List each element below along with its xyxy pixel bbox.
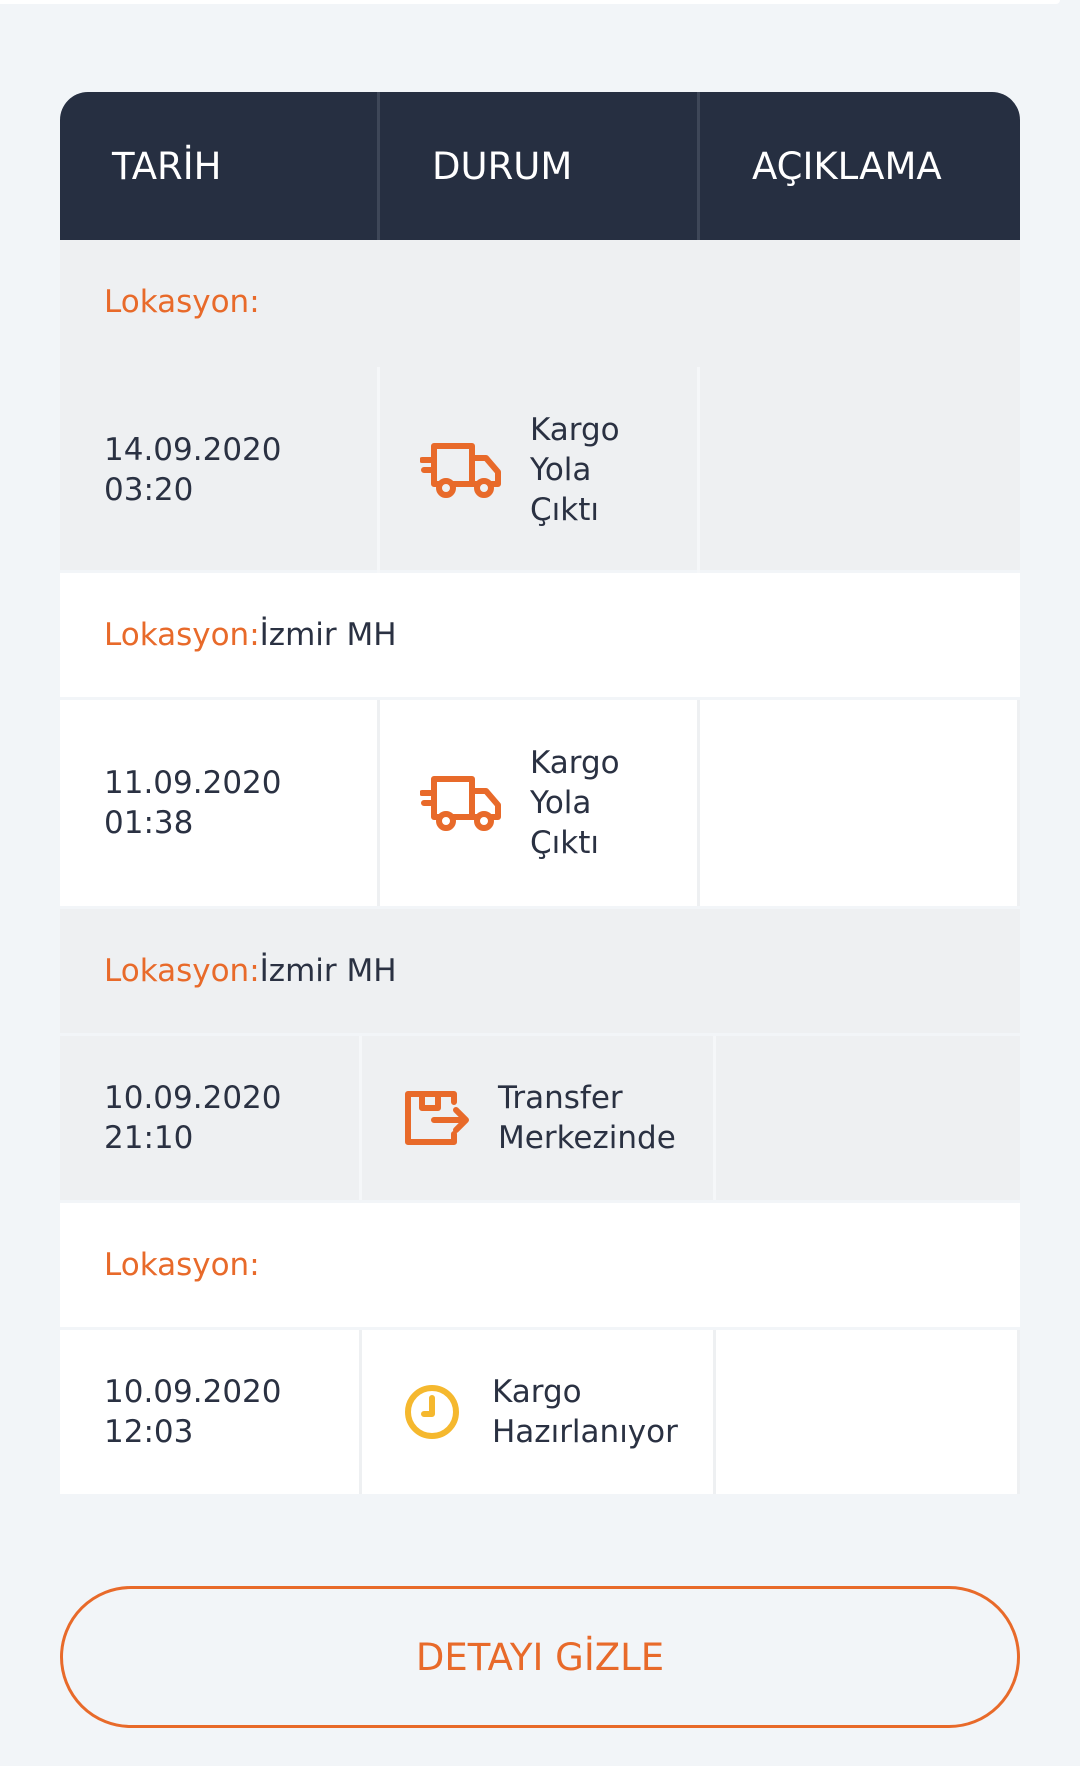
location-value: İzmir MH	[259, 617, 397, 653]
date-cell: 10.09.2020 12:03	[60, 1330, 362, 1494]
transfer-box-icon	[404, 1085, 470, 1151]
date-text: 14.09.2020	[104, 432, 282, 468]
status-line: Kargo	[530, 745, 620, 781]
location-label: Lokasyon:	[104, 284, 260, 320]
status-cell: Kargo Hazırlanıyor	[362, 1330, 716, 1494]
date-cell: 10.09.2020 21:10	[60, 1036, 362, 1200]
status-line: Merkezinde	[498, 1120, 676, 1156]
location-label: Lokasyon:	[104, 1247, 260, 1283]
date-text: 11.09.2020	[104, 765, 282, 801]
status-line: Kargo	[530, 412, 620, 448]
date-text: 10.09.2020	[104, 1374, 282, 1410]
status-line: Çıktı	[530, 825, 599, 861]
hide-details-button[interactable]: DETAYI GİZLE	[60, 1586, 1020, 1728]
truck-icon	[420, 770, 502, 836]
description-cell	[716, 1330, 1020, 1494]
location-label: Lokasyon:	[104, 953, 260, 989]
table-row: 14.09.2020 03:20 Kargo Yola Çıktı	[60, 364, 1020, 573]
description-cell	[716, 1036, 1020, 1200]
time-text: 01:38	[104, 805, 194, 841]
table-row: 10.09.2020 12:03 Kargo Hazırlanıyor	[60, 1330, 1020, 1494]
status-text: Kargo Yola Çıktı	[530, 410, 620, 530]
status-cell: Kargo Yola Çıktı	[380, 367, 700, 573]
location-label: Lokasyon:	[104, 617, 260, 653]
date-cell: 11.09.2020 01:38	[60, 700, 380, 906]
date-cell: 14.09.2020 03:20	[60, 367, 380, 573]
location-value: İzmir MH	[259, 953, 397, 989]
location-row: Lokasyon: İzmir MH	[60, 573, 1020, 697]
time-text: 03:20	[104, 472, 194, 508]
description-cell	[700, 700, 1020, 906]
status-text: Kargo Hazırlanıyor	[492, 1372, 678, 1452]
table-header: TARİH DURUM AÇIKLAMA	[60, 92, 1020, 240]
status-line: Çıktı	[530, 492, 599, 528]
tracking-page: TARİH DURUM AÇIKLAMA Lokasyon: 14.09.202…	[0, 0, 1080, 1766]
status-line: Transfer	[498, 1080, 623, 1116]
header-description: AÇIKLAMA	[752, 144, 942, 188]
status-line: Yola	[530, 785, 592, 821]
tracking-table: TARİH DURUM AÇIKLAMA Lokasyon: 14.09.202…	[60, 92, 1020, 1494]
clock-icon	[404, 1379, 464, 1445]
top-card-edge	[0, 0, 1060, 4]
status-line: Hazırlanıyor	[492, 1414, 678, 1450]
header-date: TARİH	[60, 92, 380, 240]
location-row: Lokasyon:	[60, 240, 1020, 364]
status-cell: Transfer Merkezinde	[362, 1036, 716, 1200]
truck-icon	[420, 437, 502, 503]
table-row: 11.09.2020 01:38 Kargo Yola Çıktı	[60, 700, 1020, 906]
time-text: 21:10	[104, 1120, 194, 1156]
time-text: 12:03	[104, 1414, 194, 1450]
status-line: Kargo	[492, 1374, 582, 1410]
date-text: 10.09.2020	[104, 1080, 282, 1116]
status-text: Kargo Yola Çıktı	[530, 743, 620, 863]
location-row: Lokasyon:	[60, 1203, 1020, 1327]
status-cell: Kargo Yola Çıktı	[380, 700, 700, 906]
status-line: Yola	[530, 452, 592, 488]
header-status: DURUM	[380, 92, 700, 240]
status-text: Transfer Merkezinde	[498, 1078, 676, 1158]
location-row: Lokasyon: İzmir MH	[60, 909, 1020, 1033]
description-cell	[700, 367, 1020, 573]
table-row: 10.09.2020 21:10 Transfer Merkezinde	[60, 1036, 1020, 1200]
